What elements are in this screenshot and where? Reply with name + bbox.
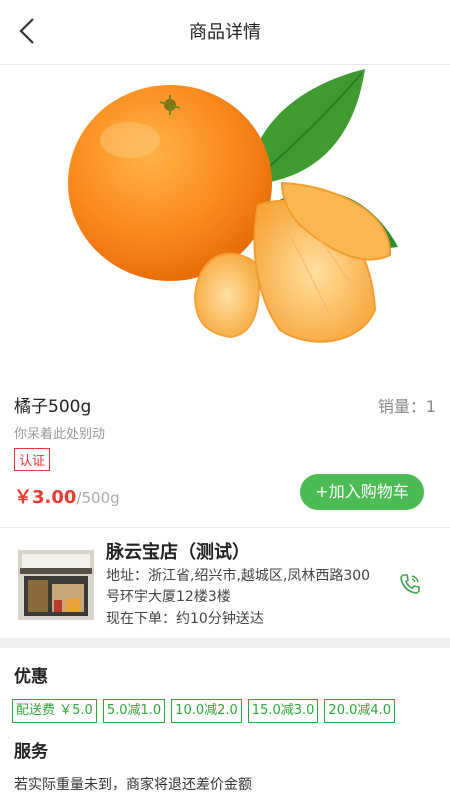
discount-title: 优惠 (14, 667, 48, 687)
coupon-tier-2[interactable]: 10.0减2.0 (171, 699, 242, 723)
discount-list: 配送费 ￥5.0 5.0减1.0 10.0减2.0 15.0减3.0 20.0减… (0, 687, 450, 723)
price-unit: /500g (76, 489, 120, 507)
page-title: 商品详情 (189, 22, 261, 43)
coupon-tier-3[interactable]: 15.0减3.0 (247, 699, 319, 723)
section-gap (0, 638, 450, 648)
coupon-delivery-fee[interactable]: 配送费 ￥5.0 (12, 699, 97, 723)
product-name: 橘子500g (14, 397, 92, 417)
delivery-time: 现在下单：约10分钟送达 (106, 611, 264, 627)
product-slogan: 你呆着此处别动 (14, 427, 106, 442)
add-to-cart-button[interactable]: +加入购物车 (300, 474, 424, 510)
store-photo (18, 550, 94, 620)
certified-badge: 认证 (14, 448, 51, 471)
coupon-tier-1[interactable]: 5.0减1.0 (102, 699, 166, 723)
price: ￥3.00/500g (14, 483, 120, 509)
phone-icon[interactable] (398, 572, 422, 596)
sales-count: 销量：1 (377, 397, 436, 416)
coupon-tier-4[interactable]: 20.0减4.0 (324, 699, 396, 723)
product-info: 橘子500g 销量：1 你呆着此处别动 认证 ￥3.00/500g +加入购物车 (0, 383, 450, 519)
service-description: 若实际重量未到，商家将退还差价金额 (14, 777, 252, 793)
price-value: ￥3.00 (14, 487, 77, 508)
store-card[interactable]: 脉云宝店（测试） 地址：浙江省,绍兴市,越城区,凤林西路300号环宇大厦12楼3… (0, 528, 450, 638)
store-name: 脉云宝店（测试） (106, 542, 250, 563)
store-address: 地址：浙江省,绍兴市,越城区,凤林西路300号环宇大厦12楼3楼 (106, 568, 371, 605)
service-title: 服务 (14, 742, 48, 762)
top-bar: 商品详情 (0, 0, 450, 65)
product-image (0, 65, 450, 383)
